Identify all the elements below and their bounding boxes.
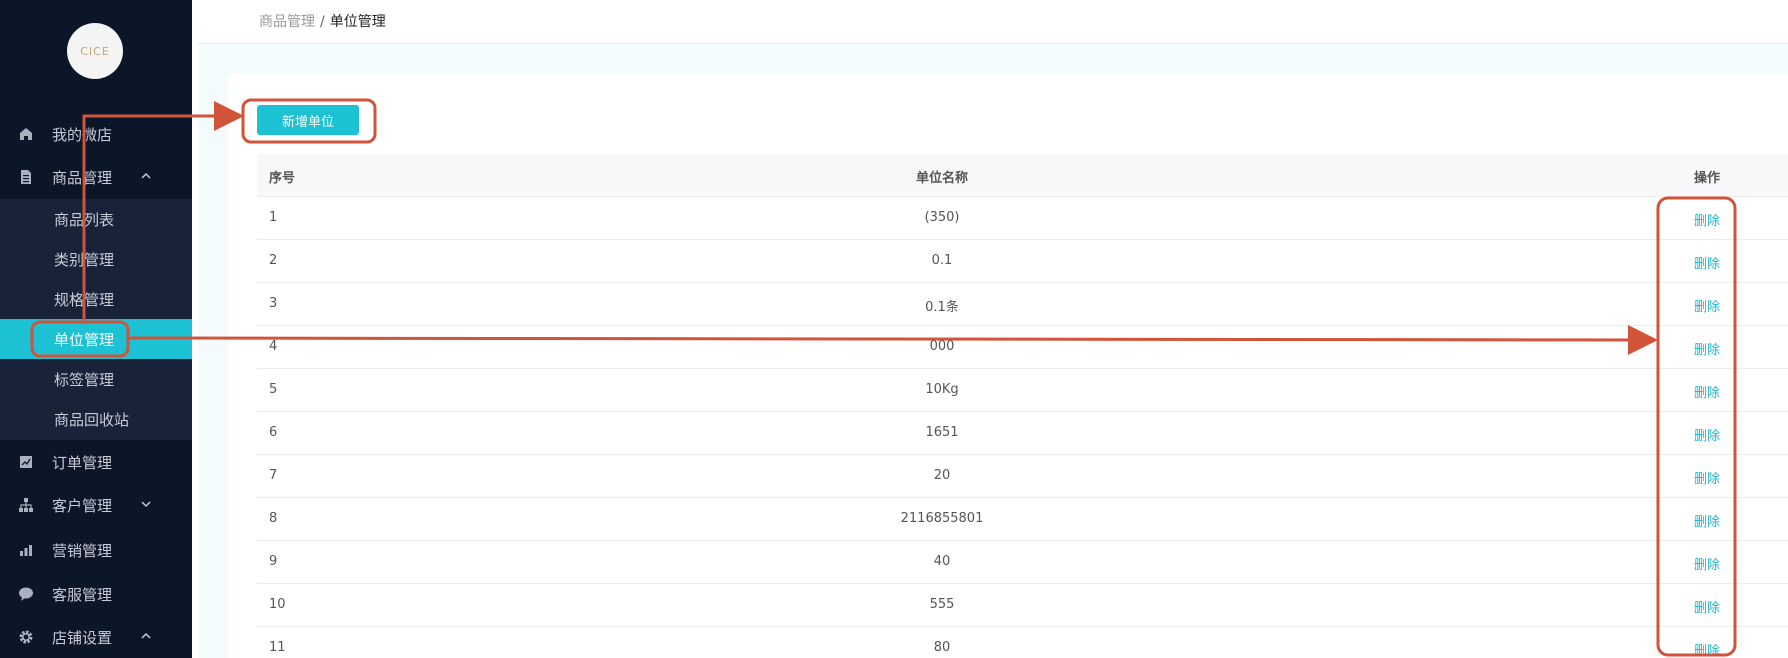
row-unit-name: 10Kg: [925, 382, 959, 397]
row-index: 3: [269, 296, 278, 311]
bar-chart-icon: [18, 542, 34, 558]
row-index: 2: [269, 253, 278, 268]
top-bar: 商品管理 / 单位管理: [198, 0, 1788, 44]
chat-icon: [18, 586, 34, 602]
table-body: 1 (350) 删除 2 0.1 删除 3 0.1条 删除 4 000 删除 5 10Kg 删除 6 1651 删…: [257, 197, 1788, 658]
sidebar-item-label: 订单管理: [52, 453, 113, 472]
chevron-down-icon: [141, 501, 151, 508]
table-row: 2 0.1 删除: [257, 240, 1788, 283]
breadcrumb-parent[interactable]: 商品管理: [259, 14, 315, 30]
sidebar-item-customers[interactable]: 客户管理: [0, 485, 192, 525]
sidebar-subitem-recycle[interactable]: 商品回收站: [0, 399, 192, 439]
table-row: 10 555 删除: [257, 584, 1788, 627]
delete-link[interactable]: 删除: [1677, 210, 1737, 229]
row-index: 1: [269, 210, 278, 225]
row-unit-name: 0.1: [931, 253, 953, 268]
home-icon: [18, 126, 34, 142]
sidebar-subitem-goods-list[interactable]: 商品列表: [0, 199, 192, 239]
add-unit-button[interactable]: 新增单位: [257, 105, 359, 135]
table-row: 5 10Kg 删除: [257, 369, 1788, 412]
row-unit-name: 0.1条: [925, 300, 959, 315]
document-icon: [18, 169, 34, 185]
units-table: 序号 单位名称 操作 1 (350) 删除 2 0.1 删除 3 0.1条 删除 4 000 删除 5 1…: [257, 154, 1788, 658]
sidebar-item-label: 营销管理: [52, 541, 113, 560]
sidebar-subitem-label: 标签管理: [54, 370, 115, 389]
delete-link[interactable]: 删除: [1677, 597, 1737, 616]
sidebar-item-label: 商品管理: [52, 168, 113, 187]
sidebar-subitem-label: 单位管理: [54, 330, 115, 349]
sidebar-subitem-label: 类别管理: [54, 250, 115, 269]
chevron-up-icon: [141, 172, 151, 179]
sidebar-item-label: 客户管理: [52, 496, 113, 515]
sidebar-item-label: 店铺设置: [52, 628, 113, 647]
table-row: 9 40 删除: [257, 541, 1788, 584]
sidebar: CICE 我的微店 商品管理 商品列表 类别管理 规格管理 单位管理 标签管理 …: [0, 0, 192, 658]
row-index: 9: [269, 554, 278, 569]
sidebar-subitem-label: 商品回收站: [54, 410, 130, 429]
table-row: 1 (350) 删除: [257, 197, 1788, 240]
row-unit-name: 20: [933, 468, 951, 483]
org-icon: [18, 497, 34, 513]
table-row: 11 80 删除: [257, 627, 1788, 658]
sidebar-item-marketing[interactable]: 营销管理: [0, 530, 192, 570]
sidebar-item-service[interactable]: 客服管理: [0, 574, 192, 614]
breadcrumb-current: 单位管理: [329, 14, 386, 30]
delete-link[interactable]: 删除: [1677, 468, 1737, 487]
delete-link[interactable]: 删除: [1677, 253, 1737, 272]
row-index: 5: [269, 382, 278, 397]
delete-link[interactable]: 删除: [1677, 382, 1737, 401]
delete-link[interactable]: 删除: [1677, 640, 1737, 658]
row-index: 7: [269, 468, 278, 483]
table-header: 序号 单位名称 操作: [257, 154, 1788, 197]
sidebar-subitem-label: 规格管理: [54, 290, 115, 309]
gear-icon: [18, 629, 34, 645]
breadcrumb-separator: /: [320, 14, 325, 30]
table-row: 3 0.1条 删除: [257, 283, 1788, 326]
sidebar-item-goods[interactable]: 商品管理: [0, 157, 192, 197]
sidebar-subitem-tag[interactable]: 标签管理: [0, 359, 192, 399]
table-row: 8 2116855801 删除: [257, 498, 1788, 541]
header-action: 操作: [1693, 171, 1720, 186]
row-unit-name: 80: [933, 640, 951, 655]
sidebar-subitem-category[interactable]: 类别管理: [0, 239, 192, 279]
sidebar-item-orders[interactable]: 订单管理: [0, 442, 192, 482]
row-index: 8: [269, 511, 278, 526]
sidebar-subitem-unit[interactable]: 单位管理: [0, 319, 192, 359]
delete-link[interactable]: 删除: [1677, 425, 1737, 444]
delete-link[interactable]: 删除: [1677, 296, 1737, 315]
delete-link[interactable]: 删除: [1677, 511, 1737, 530]
sidebar-item-label: 客服管理: [52, 585, 113, 604]
table-row: 4 000 删除: [257, 326, 1788, 369]
header-name: 单位名称: [915, 171, 968, 186]
row-index: 10: [269, 597, 286, 612]
delete-link[interactable]: 删除: [1677, 554, 1737, 573]
sidebar-subitem-spec[interactable]: 规格管理: [0, 279, 192, 319]
row-unit-name: 000: [929, 339, 955, 354]
row-index: 6: [269, 425, 278, 440]
row-unit-name: 2116855801: [900, 511, 984, 526]
sidebar-item-label: 我的微店: [52, 125, 113, 144]
table-row: 6 1651 删除: [257, 412, 1788, 455]
row-index: 11: [269, 640, 286, 655]
header-index: 序号: [269, 171, 296, 186]
row-unit-name: (350): [924, 210, 960, 225]
sidebar-item-shop-settings[interactable]: 店铺设置: [0, 617, 192, 657]
content-card: 新增单位 序号 单位名称 操作 1 (350) 删除 2 0.1 删除 3 0.1条 删除 4 00…: [228, 74, 1788, 658]
row-unit-name: 1651: [925, 425, 959, 440]
sidebar-subitem-label: 商品列表: [54, 210, 115, 229]
chevron-up-icon: [141, 632, 151, 639]
row-unit-name: 555: [929, 597, 955, 612]
breadcrumb: 商品管理 / 单位管理: [259, 11, 386, 31]
table-row: 7 20 删除: [257, 455, 1788, 498]
delete-link[interactable]: 删除: [1677, 339, 1737, 358]
row-unit-name: 40: [933, 554, 951, 569]
sidebar-item-my-store[interactable]: 我的微店: [0, 114, 192, 154]
logo-text: CICE: [80, 44, 110, 58]
store-logo: CICE: [67, 23, 123, 79]
chart-icon: [18, 454, 34, 470]
row-index: 4: [269, 339, 278, 354]
main-content: 商品管理 / 单位管理 新增单位 序号 单位名称 操作 1 (350) 删除 2 0.1 删除…: [198, 0, 1788, 658]
